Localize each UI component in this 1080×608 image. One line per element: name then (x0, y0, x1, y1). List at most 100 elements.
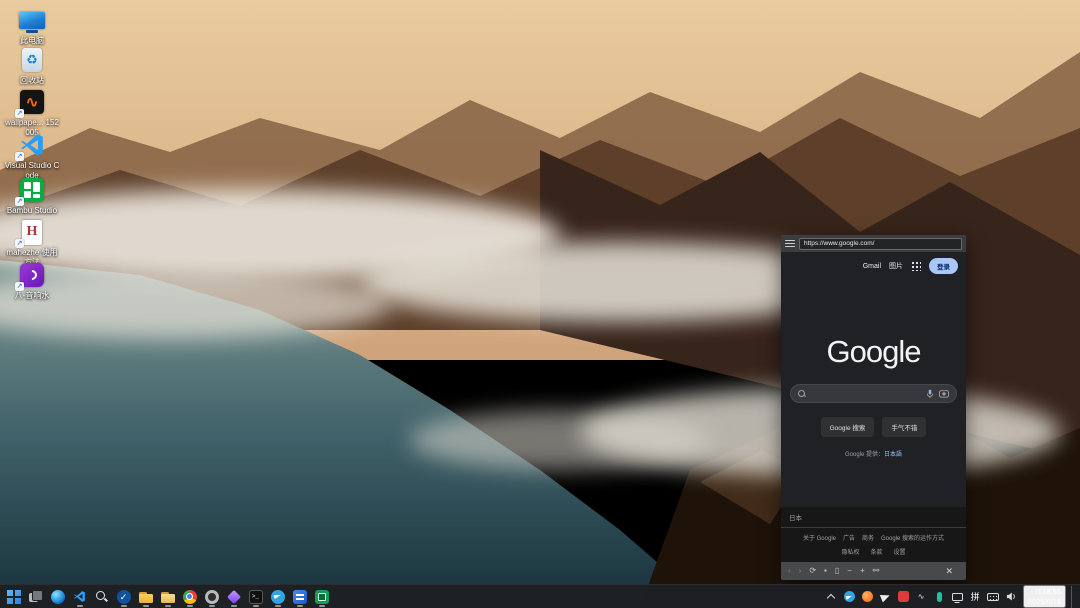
shortcut-arrow-icon: ↗ (15, 152, 24, 161)
desktop-icon-bambu-studio[interactable]: ↗ Bambu Studio (4, 176, 60, 216)
back-button[interactable]: ‹ (788, 567, 791, 575)
desktop-icon-usage-doc[interactable]: H↗ mahezhe 使用方法 (4, 218, 60, 267)
tray-note-app-button[interactable]: ∿ (915, 589, 928, 605)
footer-region: 日本 (781, 507, 966, 528)
system-tray: ∿ 拼 0:18:55 2025/6/16 (825, 585, 1076, 608)
tray-monitor-button[interactable] (951, 589, 964, 605)
stop-button[interactable]: ▪ (824, 567, 827, 575)
ring-app-icon (205, 590, 219, 604)
taskbar-recorder-button[interactable] (202, 586, 221, 608)
taskbar-telegram-button[interactable] (268, 586, 287, 608)
business-link[interactable]: 商务 (862, 533, 874, 542)
green-app-icon (315, 590, 329, 604)
tray-telegram-button[interactable] (843, 589, 856, 605)
browser-top-bar (781, 235, 966, 252)
tray-overflow-button[interactable] (825, 589, 838, 605)
pinyin-ime-label: 拼 (971, 590, 980, 603)
orange-dot-icon (862, 591, 873, 602)
forward-button[interactable]: › (799, 567, 802, 575)
google-search-button[interactable]: Google 搜索 (821, 417, 875, 437)
vscode-icon: ↗ (17, 131, 47, 159)
url-input[interactable] (799, 238, 962, 250)
shortcut-arrow-icon: ↗ (15, 197, 24, 206)
desktop-icon-label: Bambu Studio (7, 206, 57, 216)
paper-plane-icon (879, 591, 890, 602)
keyboard-icon (987, 593, 999, 601)
google-footer: 日本 关于 Google 广告 商务 Google 搜索的运作方式 隐私权 条款… (781, 507, 966, 562)
tray-paper-plane-button[interactable] (879, 589, 892, 605)
desktop-icon-wallpaper-file[interactable]: ∿↗ wallpape... 152005 (4, 88, 60, 137)
taskbar-chrome-button[interactable] (180, 586, 199, 608)
taskbar-todo-button[interactable]: ✓ (114, 586, 133, 608)
taskbar-purple-app-button[interactable] (224, 586, 243, 608)
task-view-button[interactable] (26, 586, 45, 608)
diamond-app-icon (226, 589, 240, 603)
start-button[interactable] (4, 586, 23, 608)
tray-orange-app-button[interactable] (861, 589, 874, 605)
speaker-icon (1006, 591, 1017, 602)
shortcut-arrow-icon: ↗ (15, 109, 24, 118)
close-window-button[interactable]: ✕ (939, 565, 959, 578)
about-google-link[interactable]: 关于 Google (803, 533, 836, 542)
volume-button[interactable] (1005, 589, 1018, 605)
desktop-icon-vscode[interactable]: ↗ Visual Studio Code (4, 131, 60, 180)
feeling-lucky-button[interactable]: 手气不错 (882, 417, 926, 437)
desktop-icon-recycle-bin[interactable]: ♻ 回收站 (4, 46, 60, 86)
mini-browser-window: Gmail 图片 登录 Google Googl (781, 235, 966, 580)
tray-green-pill-button[interactable] (933, 589, 946, 605)
zoom-in-button[interactable]: + (860, 567, 865, 575)
copy-link-button[interactable]: ⚯ (873, 567, 880, 575)
telegram-icon (271, 590, 285, 604)
monitor-icon (952, 593, 963, 601)
menu-icon[interactable] (785, 240, 795, 248)
footer-links-row1: 关于 Google 广告 商务 Google 搜索的运作方式 (781, 528, 966, 544)
tray-red-app-button[interactable] (897, 589, 910, 605)
desktop-icon-audio-app[interactable]: ↗ 八-音响水 (4, 261, 60, 301)
taskbar-green-app-button[interactable] (312, 586, 331, 608)
google-lens-icon[interactable] (939, 389, 949, 398)
mobile-view-button[interactable]: ▯ (835, 567, 839, 575)
task-view-icon (29, 590, 43, 604)
ime-indicator[interactable]: 拼 (969, 589, 982, 605)
desktop-icon-this-pc[interactable]: 此电脑 (4, 6, 60, 46)
taskbar-folder-button[interactable] (158, 586, 177, 608)
desktop-icon-label: 此电脑 (20, 36, 44, 46)
advertising-link[interactable]: 广告 (843, 533, 855, 542)
taskbar-clock[interactable]: 0:18:55 2025/6/16 (1023, 585, 1066, 608)
browser-bottom-toolbar: ‹ › ⟳ ▪ ▯ − + ⚯ ✕ (781, 562, 966, 580)
touch-keyboard-button[interactable] (987, 589, 1000, 605)
shortcut-arrow-icon: ↗ (15, 282, 24, 291)
sign-in-button[interactable]: 登录 (929, 258, 958, 274)
green-pill-icon (937, 592, 942, 602)
chevron-up-icon (827, 594, 835, 602)
taskbar-explorer-button[interactable] (136, 586, 155, 608)
terminal-icon: >_ (249, 590, 263, 604)
shortcut-arrow-icon: ↗ (15, 239, 24, 248)
taskbar-edge-button[interactable] (48, 586, 67, 608)
folder-icon (161, 590, 175, 604)
microphone-icon[interactable] (926, 389, 934, 399)
gmail-link[interactable]: Gmail (863, 263, 881, 270)
taskbar-vscode-button[interactable] (70, 586, 89, 608)
google-logo: Google (781, 334, 966, 370)
language-prefix: Google 提供： (845, 452, 884, 458)
google-nav: Gmail 图片 登录 (781, 252, 966, 274)
taskbar-terminal-button[interactable]: >_ (246, 586, 265, 608)
settings-link[interactable]: 设置 (894, 547, 906, 556)
taskbar-photos-button[interactable] (290, 586, 309, 608)
search-box[interactable] (790, 384, 957, 403)
google-apps-grid-icon[interactable] (911, 261, 921, 271)
blue-bars-app-icon (293, 590, 307, 604)
desktop-icon-label: 八-音响水 (15, 291, 50, 301)
show-desktop-button[interactable] (1071, 586, 1074, 608)
how-search-works-link[interactable]: Google 搜索的运作方式 (881, 533, 944, 542)
audio-app-icon: ↗ (17, 261, 47, 289)
japanese-language-link[interactable]: 日本語 (884, 452, 902, 458)
images-link[interactable]: 图片 (889, 261, 903, 271)
zoom-out-button[interactable]: − (847, 567, 852, 575)
refresh-button[interactable]: ⟳ (809, 567, 816, 575)
taskbar-search-button[interactable] (92, 586, 111, 608)
desktop-icon-label: 回收站 (20, 76, 44, 86)
terms-link[interactable]: 条款 (870, 547, 882, 556)
privacy-link[interactable]: 隐私权 (841, 547, 859, 556)
